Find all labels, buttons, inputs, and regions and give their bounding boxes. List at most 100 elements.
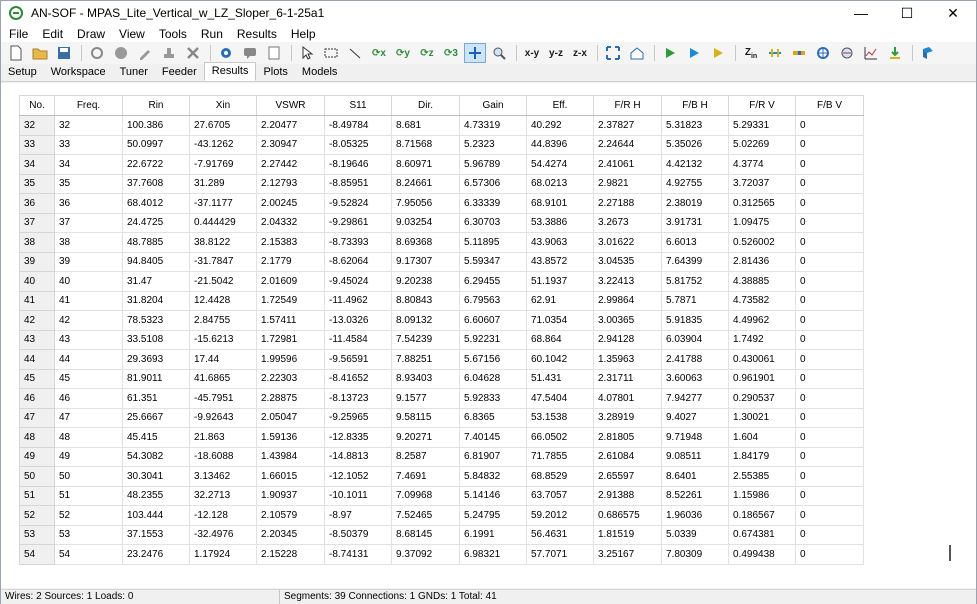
table-cell[interactable]: 8.2587 xyxy=(391,446,460,467)
table-cell[interactable]: 31.8204 xyxy=(122,290,190,311)
tab-feeder[interactable]: Feeder xyxy=(155,64,204,81)
table-cell[interactable]: 2.28875 xyxy=(256,388,325,409)
table-cell[interactable]: 9.20238 xyxy=(391,271,460,292)
table-cell[interactable]: 41.6865 xyxy=(189,368,257,389)
table-cell[interactable]: 0 xyxy=(795,505,864,526)
table-cell[interactable]: 3.22413 xyxy=(593,271,662,292)
table-cell[interactable]: 0.186567 xyxy=(728,505,796,526)
table-cell[interactable]: 71.0354 xyxy=(526,310,594,331)
tab-models[interactable]: Models xyxy=(295,64,344,81)
table-cell[interactable]: 68.4012 xyxy=(122,193,190,214)
table-cell[interactable]: 5.7871 xyxy=(661,290,729,311)
table-cell[interactable]: 0 xyxy=(795,427,864,448)
table-row[interactable]: 33 33 50.0997 -43.1262 2.30947 -8.05325 8.7156… xyxy=(19,134,864,155)
table-cell[interactable]: -14.8813 xyxy=(324,446,392,467)
row-number-cell[interactable]: 46 xyxy=(19,388,55,409)
table-cell[interactable]: 0 xyxy=(795,407,864,428)
table-cell[interactable]: 6.29455 xyxy=(459,271,527,292)
table-cell[interactable]: 45 xyxy=(54,368,123,389)
table-cell[interactable]: 6.81907 xyxy=(459,446,527,467)
table-cell[interactable]: -18.6088 xyxy=(189,446,257,467)
table-cell[interactable]: 56.4631 xyxy=(526,524,594,545)
table-cell[interactable]: 5.0339 xyxy=(661,524,729,545)
current-distribution-icon[interactable] xyxy=(764,43,786,63)
table-cell[interactable]: 6.1991 xyxy=(459,524,527,545)
table-cell[interactable]: -8.73393 xyxy=(324,232,392,253)
table-row[interactable]: 50 50 30.3041 3.13462 1.66015 -12.1052 7.4691 5… xyxy=(19,466,864,487)
select-rectangle-icon[interactable] xyxy=(320,43,342,63)
view-yz-button[interactable]: y-z xyxy=(545,43,567,63)
table-cell[interactable]: 52 xyxy=(54,505,123,526)
table-cell[interactable]: 0.499438 xyxy=(728,544,796,565)
table-cell[interactable]: 4.92755 xyxy=(661,173,729,194)
table-cell[interactable]: 0 xyxy=(795,524,864,545)
table-cell[interactable]: 3.72037 xyxy=(728,173,796,194)
table-row[interactable]: 49 49 54.3082 -18.6088 1.43984 -14.8813 8.2587… xyxy=(19,446,864,467)
table-cell[interactable]: 9.20271 xyxy=(391,427,460,448)
table-cell[interactable]: -8.13723 xyxy=(324,388,392,409)
row-number-cell[interactable]: 44 xyxy=(19,349,55,370)
table-row[interactable]: 34 34 22.6722 -7.91769 2.27442 -8.19646 8.6097… xyxy=(19,154,864,175)
row-number-cell[interactable]: 35 xyxy=(19,173,55,194)
run-icon[interactable] xyxy=(659,43,681,63)
table-cell[interactable]: 7.40145 xyxy=(459,427,527,448)
comment-icon[interactable] xyxy=(239,43,261,63)
table-cell[interactable]: 0 xyxy=(795,349,864,370)
column-header-gain[interactable]: Gain xyxy=(459,95,527,116)
rotate-3d-icon[interactable]: ⟳3 xyxy=(440,43,462,63)
table-cell[interactable]: 4.73319 xyxy=(459,115,527,136)
table-cell[interactable]: 1.59136 xyxy=(256,427,325,448)
table-cell[interactable]: 0.290537 xyxy=(728,388,796,409)
table-cell[interactable]: -9.52824 xyxy=(324,193,392,214)
table-cell[interactable]: 54.4274 xyxy=(526,154,594,175)
table-cell[interactable]: 40.292 xyxy=(526,115,594,136)
table-row[interactable]: 52 52 103.444 -12.128 2.10579 -8.97 7.52465 5.2… xyxy=(19,505,864,526)
table-cell[interactable]: 25.6667 xyxy=(122,407,190,428)
table-cell[interactable]: 1.99596 xyxy=(256,349,325,370)
table-cell[interactable]: -37.1177 xyxy=(189,193,257,214)
rotate-y-icon[interactable]: ⟳y xyxy=(392,43,414,63)
table-cell[interactable]: -12.1052 xyxy=(324,466,392,487)
table-cell[interactable]: 1.604 xyxy=(728,427,796,448)
menu-file[interactable]: File xyxy=(1,27,35,41)
table-cell[interactable]: 5.14146 xyxy=(459,485,527,506)
table-cell[interactable]: 8.71568 xyxy=(391,134,460,155)
table-cell[interactable]: 8.09132 xyxy=(391,310,460,331)
table-cell[interactable]: 94.8405 xyxy=(122,251,190,272)
radiation-pattern-2d-icon[interactable] xyxy=(836,43,858,63)
table-cell[interactable]: 1.30021 xyxy=(728,407,796,428)
table-cell[interactable]: 0 xyxy=(795,290,864,311)
pencil-icon[interactable] xyxy=(134,43,156,63)
table-cell[interactable]: 6.98321 xyxy=(459,544,527,565)
table-cell[interactable]: -11.4962 xyxy=(324,290,392,311)
table-cell[interactable]: 6.8365 xyxy=(459,407,527,428)
table-row[interactable]: 54 54 23.2476 1.17924 2.15228 -8.74131 9.37092… xyxy=(19,544,864,565)
table-cell[interactable]: 0.526002 xyxy=(728,232,796,253)
undo-icon[interactable] xyxy=(86,43,108,63)
column-header-fr-v[interactable]: F/R V xyxy=(728,95,796,116)
table-cell[interactable]: 5.96789 xyxy=(459,154,527,175)
table-cell[interactable]: 2.61084 xyxy=(593,446,662,467)
table-cell[interactable]: 2.65597 xyxy=(593,466,662,487)
table-cell[interactable]: 48.2355 xyxy=(122,485,190,506)
table-cell[interactable]: 4.42132 xyxy=(661,154,729,175)
table-cell[interactable]: 0 xyxy=(795,485,864,506)
table-cell[interactable]: 5.29331 xyxy=(728,115,796,136)
table-cell[interactable]: 46 xyxy=(54,388,123,409)
stop-icon[interactable] xyxy=(110,43,132,63)
table-cell[interactable]: -15.6213 xyxy=(189,329,257,350)
table-cell[interactable]: 1.7492 xyxy=(728,329,796,350)
table-cell[interactable]: 5.31823 xyxy=(661,115,729,136)
table-cell[interactable]: -8.49784 xyxy=(324,115,392,136)
tab-results[interactable]: Results xyxy=(203,62,257,81)
table-cell[interactable]: 6.57306 xyxy=(459,173,527,194)
table-cell[interactable]: 68.864 xyxy=(526,329,594,350)
row-number-cell[interactable]: 34 xyxy=(19,154,55,175)
table-cell[interactable]: 51.1937 xyxy=(526,271,594,292)
column-header-fb-v[interactable]: F/B V xyxy=(795,95,864,116)
table-cell[interactable]: 1.57411 xyxy=(256,310,325,331)
table-cell[interactable]: 1.35963 xyxy=(593,349,662,370)
column-header-dir[interactable]: Dir. xyxy=(391,95,460,116)
table-cell[interactable]: 5.92833 xyxy=(459,388,527,409)
column-header-eff[interactable]: Eff. xyxy=(526,95,594,116)
